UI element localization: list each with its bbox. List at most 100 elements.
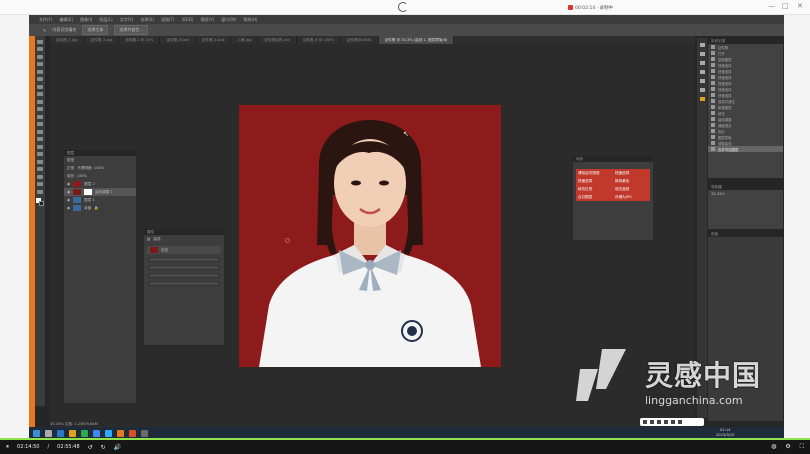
tray-icon[interactable]: [650, 420, 654, 424]
menu-view[interactable]: 视图(V): [200, 17, 214, 23]
action-button[interactable]: 清除证件照底: [576, 169, 613, 177]
zoom-tool-icon[interactable]: [37, 182, 43, 186]
doc-tab[interactable]: 证件照_4.psd: [196, 36, 232, 44]
content-aware-label[interactable]: 内容识别填充: [52, 27, 76, 33]
crop-tool-icon[interactable]: [37, 69, 43, 74]
menu-filter[interactable]: 滤镜(T): [161, 17, 175, 23]
property-field[interactable]: [149, 281, 219, 286]
dodge-tool-icon[interactable]: [37, 137, 43, 141]
clone-source-icon[interactable]: [699, 61, 705, 65]
marquee-tool-icon[interactable]: [37, 47, 43, 51]
doc-tab[interactable]: 证件照_1.jpg: [50, 36, 85, 44]
menu-help[interactable]: 帮助(H): [243, 17, 257, 23]
start-icon[interactable]: [33, 429, 40, 437]
doc-tab[interactable]: 证件照_6 @ 100%: [297, 36, 341, 44]
hand-tool-icon[interactable]: [37, 174, 43, 179]
layer-row[interactable]: ◉ 图层 1: [64, 196, 136, 204]
property-field[interactable]: [149, 273, 219, 278]
menu-type[interactable]: 文字(Y): [120, 17, 134, 23]
menu-3d[interactable]: 3D(D): [182, 17, 194, 22]
fill-field[interactable]: 填充: 100%: [67, 174, 87, 179]
action-button[interactable]: 合并图层: [576, 193, 613, 201]
select-and-mask-button[interactable]: 选择并遮住...: [114, 25, 149, 35]
rewind-icon[interactable]: ↺: [88, 444, 93, 451]
doc-tab[interactable]: 证件照_2.jpg: [85, 36, 120, 44]
eye-icon[interactable]: ◉: [67, 198, 70, 202]
history-brush-tool-icon[interactable]: [37, 107, 43, 111]
adjustments-icon[interactable]: [699, 88, 705, 92]
menu-file[interactable]: 文件(F): [39, 17, 52, 23]
opacity-field[interactable]: 不透明度: 100%: [77, 166, 104, 171]
maximize-icon[interactable]: □: [782, 2, 789, 10]
layer-filter[interactable]: 类型: [64, 156, 136, 164]
blend-mode-select[interactable]: 正常: [67, 166, 74, 171]
action-button[interactable]: 填充蓝底: [613, 185, 650, 193]
status-zoom[interactable]: 33.33%: [50, 422, 64, 426]
fullscreen-icon[interactable]: ⛶: [800, 443, 804, 451]
paragraph-icon[interactable]: [699, 79, 705, 83]
recorder-icon[interactable]: [117, 429, 124, 437]
menu-image[interactable]: 图像(I): [80, 17, 92, 23]
move-tool-icon[interactable]: [37, 39, 43, 44]
action-button[interactable]: 换背景色: [613, 177, 650, 185]
background-color[interactable]: [39, 201, 44, 206]
tool-presets-icon[interactable]: [699, 97, 705, 101]
tray-icon[interactable]: [657, 420, 661, 424]
preset-select[interactable]: 自定: [161, 248, 168, 253]
tray-icon[interactable]: [643, 420, 647, 424]
doc-tab[interactable]: 未标题-1 @ 25%: [119, 36, 161, 44]
layer-row[interactable]: ◉ 背景 🔒: [64, 204, 136, 212]
type-tool-icon[interactable]: [37, 152, 43, 156]
shape-tool-icon[interactable]: [37, 167, 43, 171]
stamp-tool-icon[interactable]: [37, 99, 43, 104]
preset-row[interactable]: 自定: [147, 246, 221, 254]
action-button[interactable]: 快速选择: [576, 177, 613, 185]
brush-tool-icon[interactable]: [37, 92, 43, 96]
action-button[interactable]: 填充红底: [576, 185, 613, 193]
blur-tool-icon[interactable]: [37, 129, 43, 134]
app-icon[interactable]: [129, 429, 136, 437]
property-field[interactable]: [149, 265, 219, 270]
history-icon[interactable]: [699, 43, 705, 47]
browser-icon[interactable]: [93, 429, 100, 437]
character-icon[interactable]: [699, 70, 705, 74]
doc-tab[interactable]: 证件照(RGB/8): [341, 36, 379, 44]
speed-icon[interactable]: ◍: [771, 443, 776, 451]
brush-icon[interactable]: ✎: [43, 28, 46, 33]
eye-icon[interactable]: ◉: [67, 206, 70, 210]
property-field[interactable]: [149, 257, 219, 262]
action-button[interactable]: 快速选择: [613, 169, 650, 177]
search-icon[interactable]: [45, 429, 52, 437]
menu-edit[interactable]: 编辑(E): [59, 17, 73, 23]
select-subject-button[interactable]: 选择主体: [82, 25, 109, 35]
navigator-zoom[interactable]: 33.33%: [708, 190, 783, 198]
recording-indicator[interactable]: 00:02:14 · 录制中: [568, 4, 613, 11]
menu-window[interactable]: 窗口(W): [221, 17, 236, 23]
fill-row[interactable]: 填充: 100%: [64, 172, 136, 180]
explorer-icon[interactable]: [69, 429, 76, 437]
doc-tab[interactable]: 证件照_3.psd: [160, 36, 196, 44]
taskview-icon[interactable]: [57, 429, 64, 437]
pen-tool-icon[interactable]: [37, 144, 43, 149]
lasso-tool-icon[interactable]: [37, 54, 43, 59]
volume-icon[interactable]: 🔊: [114, 444, 121, 451]
tray-icon[interactable]: [671, 420, 675, 424]
blend-mode-row[interactable]: 正常 不透明度: 100%: [64, 164, 136, 172]
brush-settings-icon[interactable]: [699, 52, 705, 56]
eyedropper-tool-icon[interactable]: [37, 77, 43, 81]
pause-icon[interactable]: ⏸: [6, 443, 9, 451]
close-icon[interactable]: ✕: [797, 2, 803, 10]
path-select-tool-icon[interactable]: [37, 159, 43, 164]
history-item-selected[interactable]: 合并可见图层: [708, 146, 783, 152]
quick-select-tool-icon[interactable]: [37, 62, 43, 66]
settings-icon[interactable]: ⚙: [785, 443, 790, 451]
layer-row-selected[interactable]: ◉ 曲线调整 1: [64, 188, 136, 196]
more-tools-icon[interactable]: [37, 189, 43, 194]
eye-icon[interactable]: ◉: [67, 190, 70, 194]
gradient-tool-icon[interactable]: [37, 122, 43, 126]
doc-tab-active[interactable]: 证件照 @ 33.3% (曲线 1, 图层蒙版/8): [378, 36, 455, 44]
eraser-tool-icon[interactable]: [37, 114, 43, 119]
tray-icon[interactable]: [678, 420, 682, 424]
wechat-icon[interactable]: [81, 429, 88, 437]
doc-tab[interactable]: 人像.jpg: [231, 36, 259, 44]
